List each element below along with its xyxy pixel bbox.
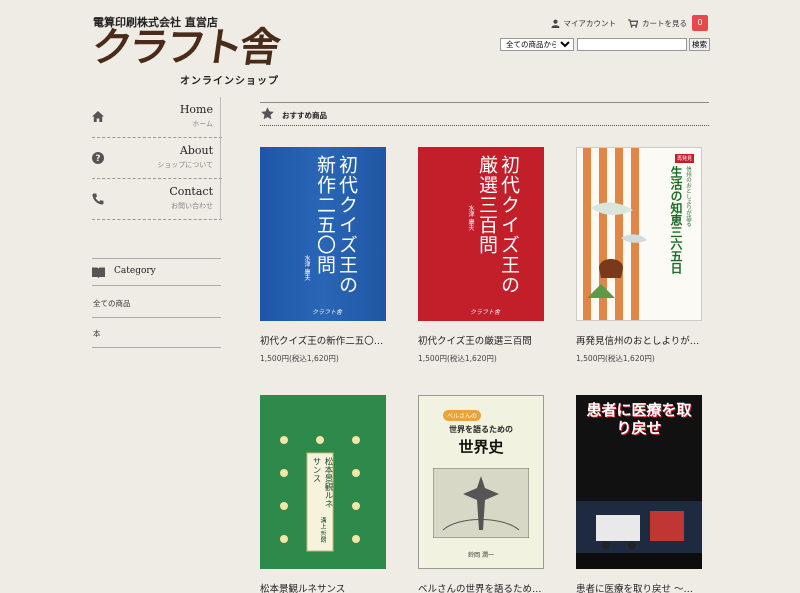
- view-cart-label: カートを見る: [642, 18, 687, 28]
- cover-author: 水津 康夫: [467, 205, 474, 231]
- nav-home-subtitle: ホーム: [192, 120, 213, 128]
- sidebar-nav: Home ホーム ? About ショップについて Contact お問い合わせ: [92, 97, 222, 220]
- home-icon: [92, 111, 104, 122]
- product-name[interactable]: 松本景観ルネサンス: [260, 581, 396, 593]
- product-price: 1,500円(税込1,620円): [418, 354, 497, 363]
- product-card[interactable]: 再発見 信州のおとしよりが語る 生活の知恵三六五日 再発見信州のおとしよりが… …: [576, 147, 702, 364]
- product-price: 1,500円(税込1,620円): [260, 354, 339, 363]
- product-cover-image[interactable]: 初代クイズ王の厳選三百問 水津 康夫 クラフト舎: [418, 147, 544, 321]
- product-cover-image[interactable]: 再発見 信州のおとしよりが語る 生活の知恵三六五日: [576, 147, 702, 321]
- product-cover-image[interactable]: 患者に医療を取り戻せ: [576, 395, 702, 569]
- cover-author: 溝上 哲朗: [319, 517, 326, 543]
- product-price: 1,500円(税込1,620円): [576, 354, 655, 363]
- cover-publisher: クラフト舎: [470, 309, 501, 316]
- my-account-label: マイアカウント: [563, 18, 617, 28]
- cover-publisher: クラフト舎: [312, 309, 343, 316]
- product-card[interactable]: ベルさんの 世界を語るための 世界史 鈴岡 潤一 ベルさんの世界を語るため…: [418, 395, 544, 593]
- product-card[interactable]: 患者に医療を取り戻せ 患者に医療を取り戻せ 〜…: [576, 395, 702, 593]
- cover-subtitle: 信州のおとしよりが語る: [685, 166, 691, 227]
- cover-subtitle: 世界を語るための: [449, 425, 513, 434]
- product-cover-image[interactable]: 松本景観ルネサンス 溝上 哲朗: [260, 395, 386, 569]
- search-category-select[interactable]: 全ての商品から: [500, 38, 574, 51]
- search-form: 全ての商品から 検索: [500, 38, 710, 51]
- search-button[interactable]: 検索: [689, 38, 710, 51]
- product-name[interactable]: 患者に医療を取り戻せ 〜…: [576, 581, 712, 593]
- nav-home-title: Home: [179, 103, 213, 116]
- product-card[interactable]: 松本景観ルネサンス 溝上 哲朗 松本景観ルネサンス: [260, 395, 386, 593]
- cover-illustration: [576, 501, 702, 569]
- cover-title: 生活の知恵三六五日: [669, 166, 683, 274]
- nav-divider: [220, 97, 221, 220]
- user-icon: [550, 19, 560, 28]
- search-input[interactable]: [577, 38, 687, 51]
- cart-count-badge: 0: [692, 15, 708, 31]
- book-icon: [92, 267, 105, 278]
- category-item-book[interactable]: 本: [92, 318, 221, 348]
- product-name[interactable]: 再発見信州のおとしよりが…: [576, 333, 712, 347]
- my-account-link[interactable]: マイアカウント: [550, 18, 617, 29]
- product-cover-image[interactable]: 初代クイズ王の新作二五〇問 水津 康夫 クラフト舎: [260, 147, 386, 321]
- question-icon: ?: [92, 152, 104, 164]
- nav-item-contact[interactable]: Contact お問い合わせ: [92, 179, 222, 220]
- cover-title: 患者に医療を取り戻せ: [586, 401, 692, 437]
- nav-about-title: About: [179, 144, 213, 157]
- cover-title: 松本景観ルネサンス: [311, 457, 333, 508]
- nav-contact-subtitle: お問い合わせ: [171, 202, 213, 210]
- product-name[interactable]: ベルさんの世界を語るため…: [418, 581, 554, 593]
- cover-title: 初代クイズ王の新作二五〇問: [314, 155, 358, 295]
- product-name[interactable]: 初代クイズ王の新作二五〇…: [260, 333, 396, 347]
- cover-author: 鈴岡 潤一: [468, 552, 494, 559]
- cover-author: 水津 康夫: [303, 255, 310, 281]
- shop-logo[interactable]: クラフト舎: [89, 24, 281, 71]
- product-name[interactable]: 初代クイズ王の厳選三百問: [418, 333, 554, 347]
- category-title: Category: [114, 266, 156, 276]
- recommended-section-title: おすすめ商品: [282, 111, 327, 120]
- nav-item-about[interactable]: ? About ショップについて: [92, 138, 222, 179]
- cover-badge: ベルさんの: [443, 410, 482, 421]
- svg-text:?: ?: [95, 154, 100, 164]
- category-item-all[interactable]: 全ての商品: [92, 288, 221, 318]
- cart-icon: [628, 18, 638, 28]
- cover-illustration: [433, 468, 529, 538]
- view-cart-link[interactable]: カートを見る 0: [628, 15, 708, 31]
- cover-title: 世界史: [458, 438, 504, 456]
- shop-logo-subtitle: オンラインショップ: [180, 76, 279, 87]
- cover-badge: 再発見: [675, 154, 695, 163]
- star-icon: [261, 107, 274, 120]
- nav-contact-title: Contact: [169, 185, 213, 198]
- category-header: Category: [92, 258, 221, 286]
- product-cover-image[interactable]: ベルさんの 世界を語るための 世界史 鈴岡 潤一: [418, 395, 544, 569]
- nav-about-subtitle: ショップについて: [157, 161, 213, 169]
- phone-icon: [92, 193, 104, 205]
- recommended-section-header: おすすめ商品: [260, 102, 709, 126]
- nav-item-home[interactable]: Home ホーム: [92, 97, 222, 138]
- product-card[interactable]: 初代クイズ王の厳選三百問 水津 康夫 クラフト舎 初代クイズ王の厳選三百問 1,…: [418, 147, 544, 364]
- product-card[interactable]: 初代クイズ王の新作二五〇問 水津 康夫 クラフト舎 初代クイズ王の新作二五〇… …: [260, 147, 386, 364]
- cover-illustration: [587, 202, 647, 298]
- cover-title: 初代クイズ王の厳選三百問: [476, 155, 520, 295]
- header-links: マイアカウント カートを見る 0: [539, 15, 708, 31]
